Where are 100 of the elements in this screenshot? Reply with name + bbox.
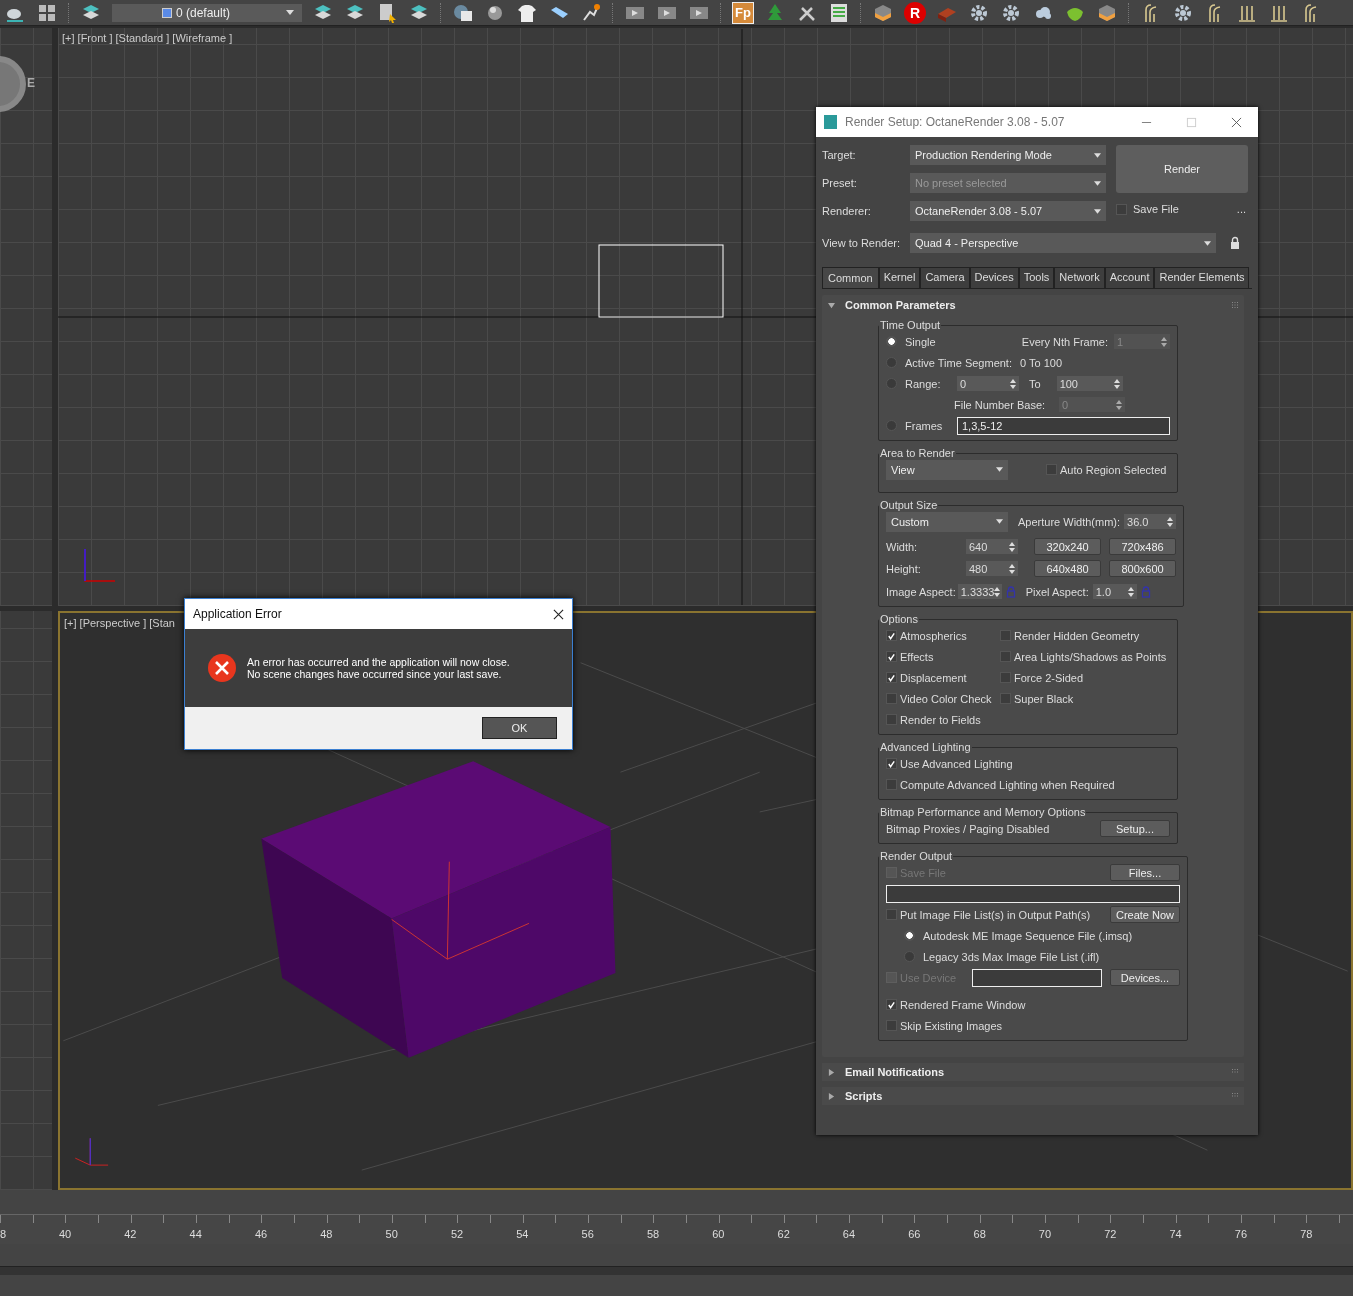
radio-button[interactable]: [886, 336, 897, 347]
radio-button[interactable]: [886, 357, 897, 368]
tab[interactable]: Tools: [1018, 267, 1055, 288]
rollout-header[interactable]: Common Parameters: [822, 295, 1244, 315]
radio-button[interactable]: [886, 420, 897, 431]
tab[interactable]: Common: [822, 267, 879, 288]
radio-button[interactable]: [886, 378, 897, 389]
checkbox[interactable]: [886, 630, 897, 641]
spinner-arrows-icon[interactable]: [994, 586, 1001, 597]
devices-button[interactable]: Devices...: [1110, 969, 1180, 986]
spinner-field[interactable]: 1.3333: [957, 584, 1002, 599]
grip-icon[interactable]: [1232, 1069, 1238, 1075]
render-view-dropdown[interactable]: Quad 4 - Perspective: [910, 233, 1216, 253]
field-label: Width:: [886, 540, 919, 553]
checkbox[interactable]: [1000, 672, 1011, 683]
more-button[interactable]: ...: [1236, 203, 1246, 215]
close-icon[interactable]: [553, 608, 564, 620]
preset-size-button[interactable]: 320x240: [1034, 538, 1102, 555]
spinner-field[interactable]: 1.0: [1092, 584, 1137, 599]
checkbox-label: Skip Existing Images: [900, 1019, 1003, 1032]
frame-number: 52: [449, 1228, 465, 1240]
checkbox-label: Displacement: [900, 671, 967, 684]
spinner-arrows-icon[interactable]: [1127, 586, 1134, 597]
axis-gizmo-drawing: [84, 548, 116, 582]
tab[interactable]: Camera: [920, 267, 970, 288]
checkbox[interactable]: [886, 714, 897, 725]
field-label: Image Aspect:: [886, 585, 956, 598]
rollout-header[interactable]: Email Notifications: [822, 1063, 1244, 1081]
grip-icon[interactable]: [1232, 1093, 1238, 1099]
tab[interactable]: Render Elements: [1154, 267, 1250, 288]
device-field[interactable]: [972, 968, 1102, 987]
tab[interactable]: Network: [1054, 267, 1105, 288]
lock-icon[interactable]: [1230, 236, 1240, 250]
checkbox[interactable]: [1000, 693, 1011, 704]
output-path-field[interactable]: [886, 884, 1180, 903]
checkbox[interactable]: [886, 758, 897, 769]
checkbox[interactable]: [886, 651, 897, 662]
axis-gizmo-drawing: [74, 1137, 109, 1166]
checkbox[interactable]: [1116, 203, 1127, 215]
frame-number: 50: [384, 1228, 399, 1240]
layer-dropdown[interactable]: 0 (default): [112, 3, 302, 22]
setup-button[interactable]: Setup...: [1100, 820, 1170, 837]
checkbox[interactable]: [886, 693, 897, 704]
frame-number: 68: [972, 1228, 987, 1240]
field-label: View to Render:: [822, 237, 902, 249]
target-dropdown[interactable]: Production Rendering Mode: [910, 145, 1106, 165]
frames-field[interactable]: 1,3,5-12: [957, 416, 1170, 435]
group-title: Options: [879, 613, 919, 625]
r-logo-button[interactable]: R: [904, 1, 926, 24]
radio-button[interactable]: [904, 930, 915, 941]
checkbox[interactable]: [886, 999, 897, 1010]
tab[interactable]: Account: [1104, 267, 1155, 288]
checkbox[interactable]: [886, 672, 897, 683]
spinner-arrows-icon[interactable]: [1009, 541, 1015, 552]
size-dropdown[interactable]: Custom: [886, 511, 1008, 532]
checkbox[interactable]: [886, 1020, 897, 1031]
ok-button[interactable]: OK: [482, 717, 557, 739]
preset-size-button[interactable]: 800x600: [1109, 560, 1177, 577]
viewport-label[interactable]: [+] [Perspective ] [Stan: [64, 617, 175, 629]
files-button[interactable]: Files...: [1110, 864, 1180, 881]
checkbox[interactable]: [1046, 464, 1057, 475]
preset-size-button[interactable]: 720x486: [1109, 538, 1177, 555]
track-bar[interactable]: [0, 1266, 1353, 1275]
viewcube-compass-label: E: [27, 76, 35, 90]
tab[interactable]: Devices: [969, 267, 1019, 288]
spinner-arrows-icon[interactable]: [1010, 378, 1016, 389]
field-label: Pixel Aspect:: [1025, 585, 1089, 598]
frame-number: 40: [57, 1228, 73, 1240]
group-title: Output Size: [879, 499, 939, 511]
checkbox-label: Put Image File List(s) in Output Path(s): [900, 908, 1092, 921]
field-label: Height:: [886, 562, 922, 575]
radio-button[interactable]: [904, 951, 915, 962]
checkbox[interactable]: [1000, 651, 1011, 662]
tab[interactable]: Kernel: [878, 267, 921, 288]
create-now-button[interactable]: Create Now: [1110, 906, 1180, 923]
checkbox[interactable]: [1000, 630, 1011, 641]
spinner-arrows-icon[interactable]: [1113, 378, 1120, 389]
render-button[interactable]: Render: [1116, 145, 1248, 193]
field-label: Preset:: [822, 177, 858, 189]
spinner-field[interactable]: 480: [966, 561, 1018, 576]
grip-icon[interactable]: [1232, 302, 1238, 308]
frame-number: 70: [1037, 1228, 1053, 1240]
spinner-field[interactable]: 36.0: [1124, 514, 1177, 529]
checkbox-label: Video Color Check: [900, 692, 992, 705]
spinner-arrows-icon[interactable]: [1167, 516, 1174, 527]
rollout-header[interactable]: Scripts: [822, 1087, 1244, 1105]
spinner-arrows-icon[interactable]: [1009, 563, 1015, 574]
checkbox[interactable]: [886, 909, 897, 920]
spinner-field[interactable]: 0: [957, 376, 1019, 391]
checkbox[interactable]: [886, 779, 897, 790]
spinner-field[interactable]: 100: [1056, 376, 1123, 391]
list-icon[interactable]: [828, 1, 850, 24]
spinner-field[interactable]: 640: [966, 539, 1018, 554]
viewport-label[interactable]: [+] [Front ] [Standard ] [Wireframe ]: [62, 32, 233, 44]
caret-icon: [1094, 208, 1101, 214]
radio-label: Frames: [905, 419, 944, 432]
renderer-dropdown[interactable]: OctaneRender 3.08 - 5.07: [910, 201, 1106, 221]
area-dropdown[interactable]: View: [886, 459, 1008, 480]
preset-size-button[interactable]: 640x480: [1034, 560, 1102, 577]
caret-icon: [996, 467, 1003, 472]
